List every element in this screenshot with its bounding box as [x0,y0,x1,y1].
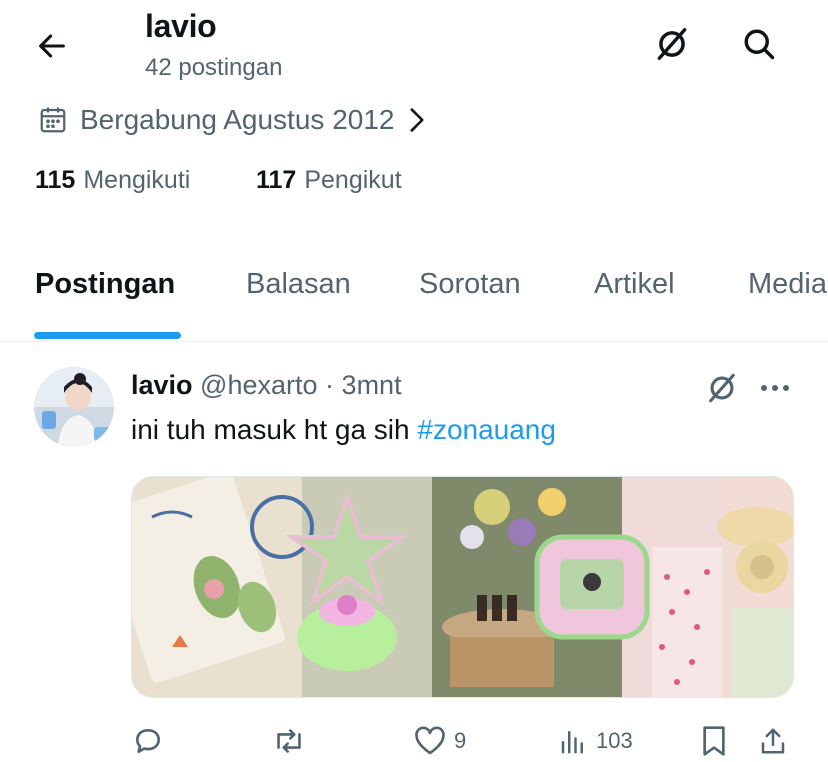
active-tab-indicator [34,332,181,339]
post-media-image[interactable] [131,476,794,698]
followers-link[interactable]: 117 Pengikut [256,166,402,195]
grok-icon [709,373,735,403]
post-author-handle[interactable]: @hexarto [200,370,317,400]
post-timestamp[interactable]: 3mnt [342,370,402,400]
grok-icon [657,28,687,60]
calendar-icon [40,107,66,133]
post-author-name[interactable]: lavio [131,370,193,400]
tab-postingan[interactable]: Postingan [35,268,175,301]
post-meta-separator: · [325,370,335,400]
profile-page: lavio 42 postingan Bergabung Agustus 201… [0,0,828,762]
search-button[interactable] [737,22,781,66]
post-header: lavio @hexarto · 3mnt [131,370,402,401]
post-actions: 9 103 [0,718,828,762]
post-count: 42 postingan [145,54,283,81]
profile-title: lavio [145,8,217,44]
top-header: lavio 42 postingan [0,0,828,100]
followers-count: 117 [256,166,297,194]
avatar[interactable] [34,367,114,447]
collage-image [132,477,793,697]
tab-balasan[interactable]: Balasan [246,268,351,301]
post-text: ini tuh masuk ht ga sih #zonauang [131,414,556,446]
profile-tabs: Postingan Balasan Sorotan Artikel Media [0,250,828,342]
search-icon [744,29,775,60]
more-horizontal-icon [761,385,789,391]
arrow-left-icon [39,34,65,58]
view-count: 103 [596,728,633,753]
reply-button[interactable] [132,724,172,758]
heart-icon [415,726,445,755]
tab-sorotan[interactable]: Sorotan [419,268,521,301]
joined-date: Bergabung Agustus 2012 [80,104,395,135]
tab-artikel[interactable]: Artikel [594,268,675,301]
reply-icon [136,729,160,753]
grok-button[interactable] [650,22,694,66]
share-button[interactable] [758,724,788,758]
views-button[interactable]: 103 [558,724,633,758]
like-button[interactable]: 9 [414,724,466,758]
followers-label: Pengikut [304,166,402,194]
bookmark-button[interactable] [700,724,728,758]
tab-media[interactable]: Media [748,268,827,301]
hashtag-link[interactable]: #zonauang [417,414,556,445]
bookmark-icon [703,726,725,756]
post-more-button[interactable] [753,368,797,408]
like-count: 9 [454,728,467,753]
avatar-image [34,367,114,447]
post-body: ini tuh masuk ht ga sih [131,414,418,445]
following-link[interactable]: 115 Mengikuti [35,166,190,195]
analytics-icon [561,731,583,754]
joined-date-row[interactable]: Bergabung Agustus 2012 [38,100,428,140]
chevron-right-icon [410,108,424,132]
post-grok-button[interactable] [702,368,742,408]
repost-icon [277,729,301,753]
back-button[interactable] [30,24,74,68]
following-label: Mengikuti [83,166,191,194]
share-icon [761,728,785,754]
repost-button[interactable] [272,724,314,758]
following-count: 115 [35,166,76,194]
